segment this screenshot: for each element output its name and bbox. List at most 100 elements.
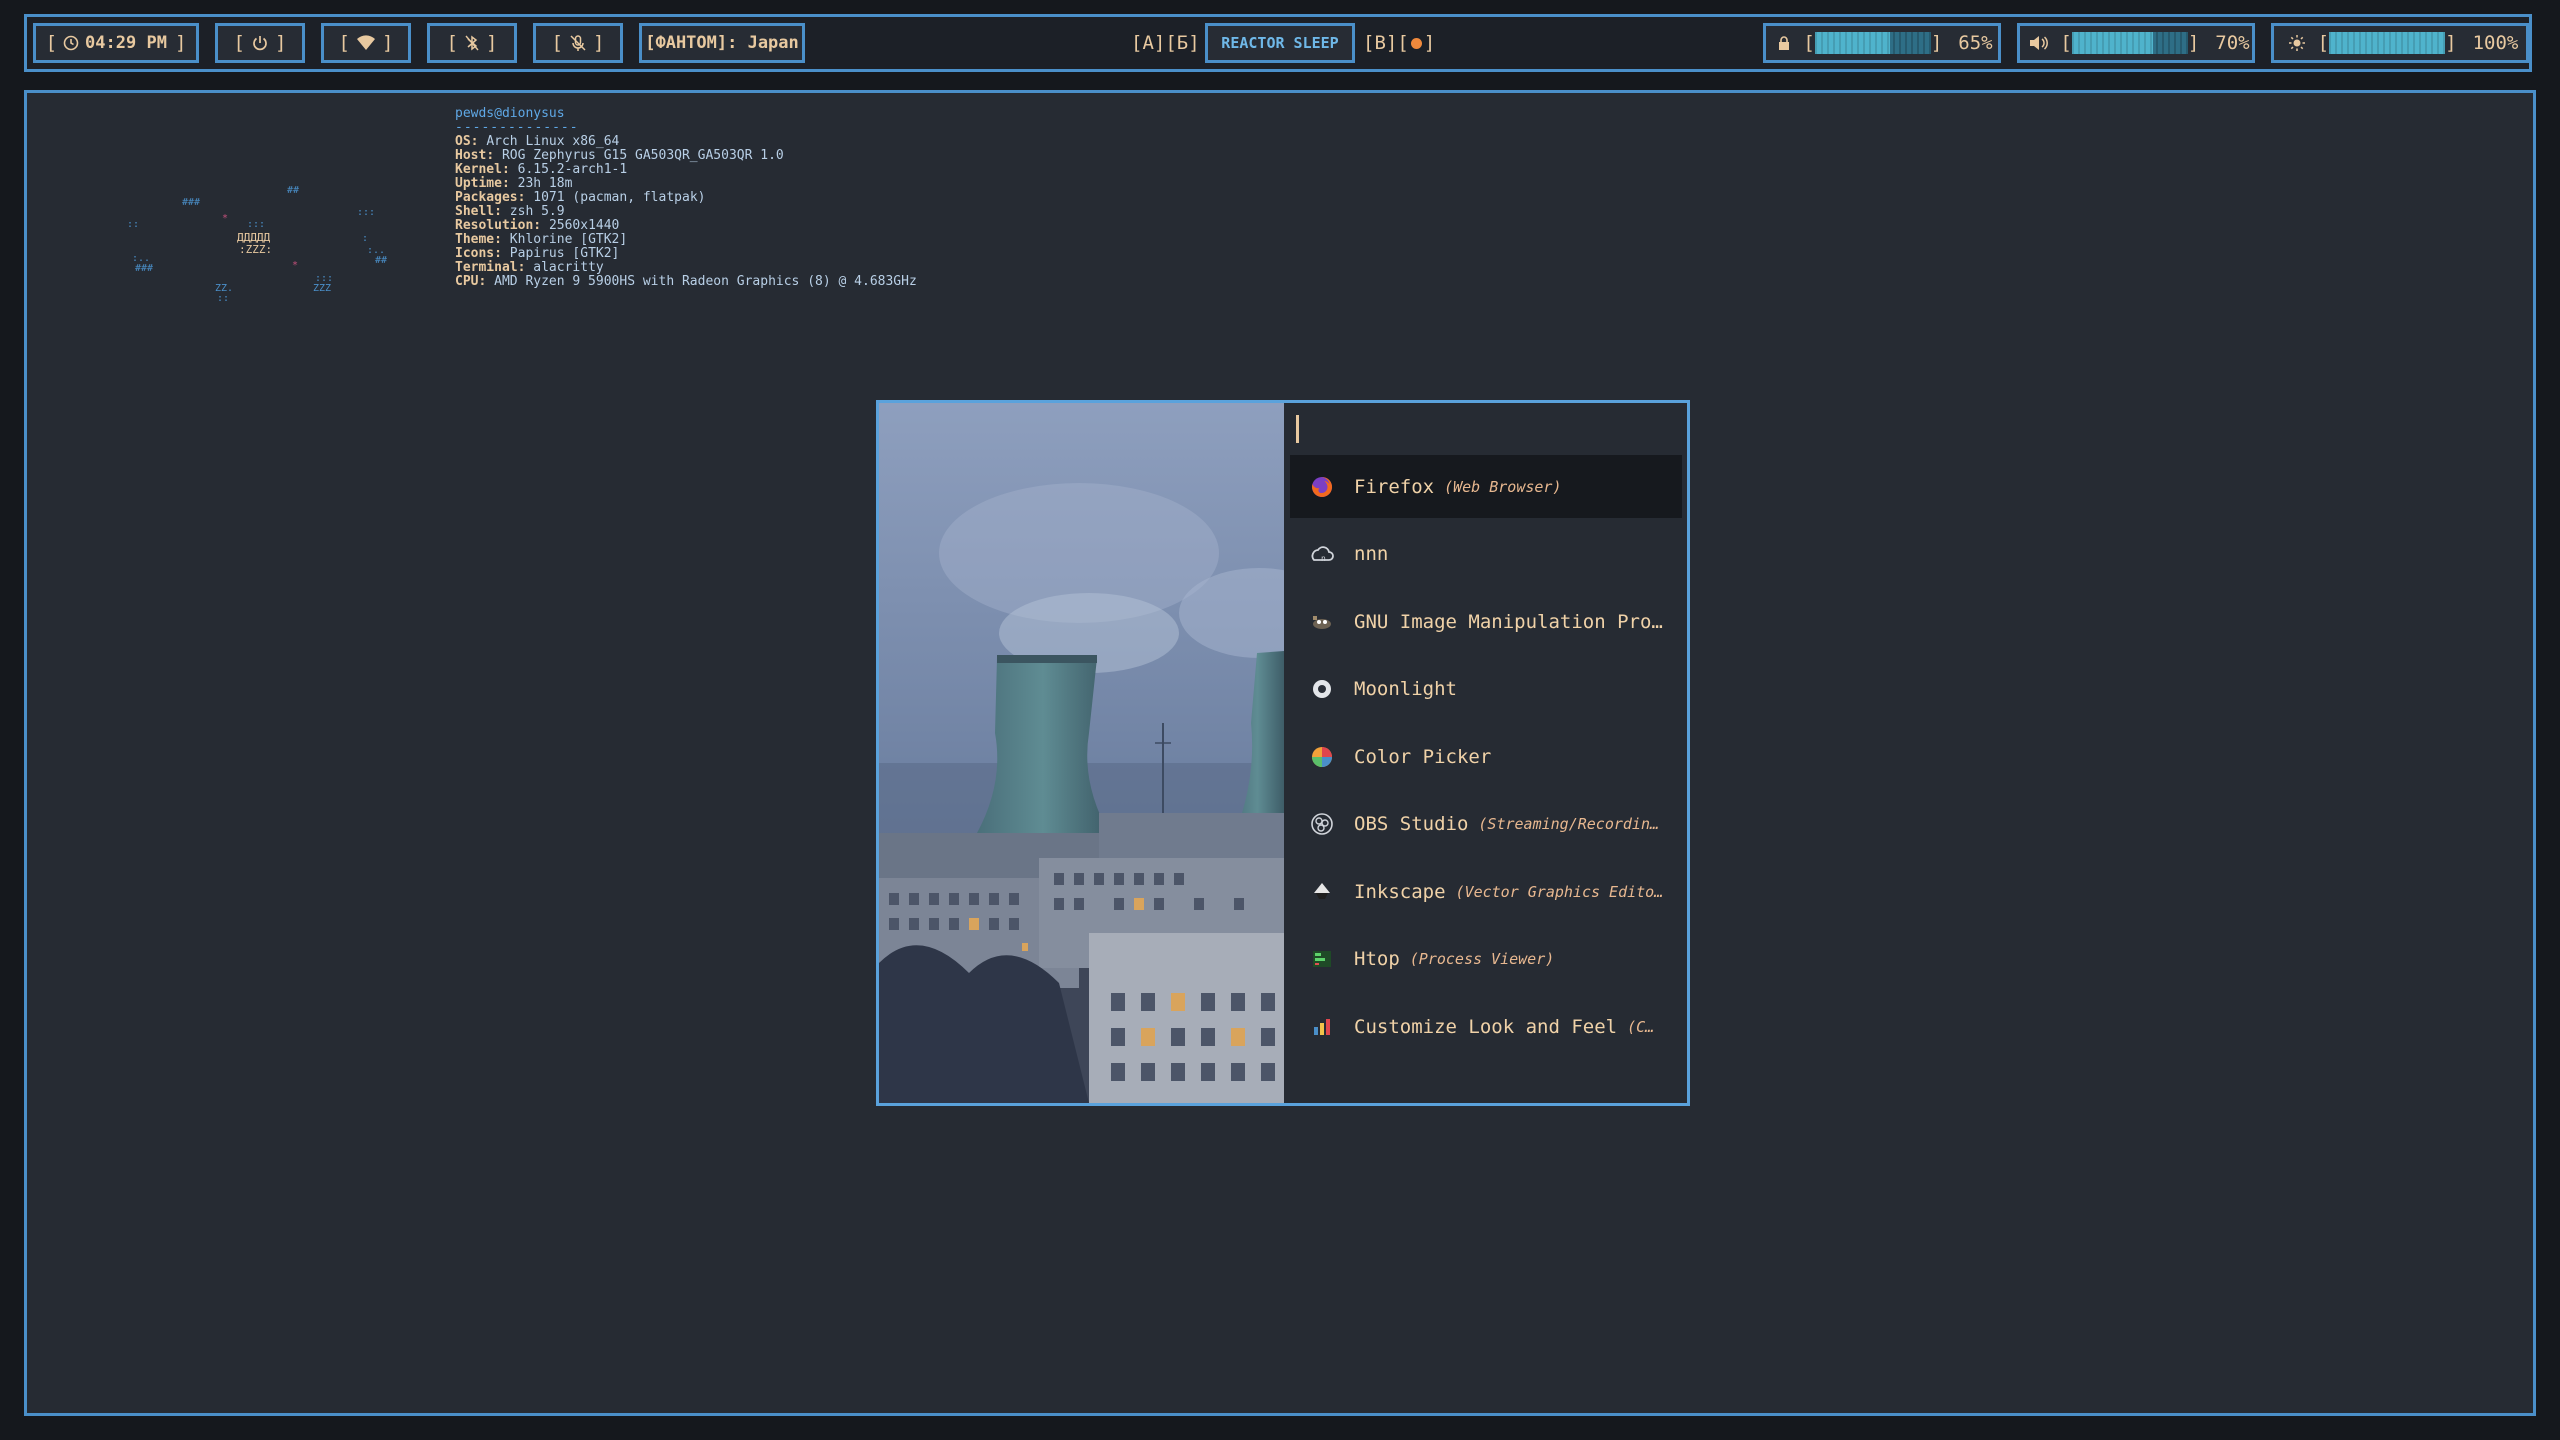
battery-widget[interactable]: [ ] 65% [1763, 23, 2001, 63]
app-description: (Web Browser) [1444, 477, 1562, 496]
workspace-active[interactable]: REACTOR SLEEP [1205, 23, 1355, 63]
power-icon [251, 34, 269, 52]
info-value: Khlorine [GTK2] [509, 232, 628, 247]
bracket-open: [ [2317, 32, 2330, 54]
bluetooth-off-icon [464, 34, 480, 52]
brightness-meter: [ ] [2318, 32, 2457, 54]
info-key: Terminal [455, 260, 518, 275]
app-entry-nnn[interactable]: n nnn [1290, 523, 1682, 586]
color-picker-icon [1308, 743, 1336, 771]
info-colon: : [494, 232, 510, 247]
info-row: Resolution: 2560x1440 [455, 219, 917, 233]
info-colon: : [501, 162, 518, 177]
info-key: Packages [455, 190, 518, 205]
info-colon: : [501, 176, 518, 191]
volume-widget[interactable]: [ ] 70% [2017, 23, 2255, 63]
info-value: zsh 5.9 [509, 204, 565, 219]
info-colon: : [517, 260, 534, 275]
workspace-right-suffix: ] [1423, 32, 1436, 54]
app-name: Customize Look and Feel [1354, 1015, 1618, 1038]
app-name: Color Picker [1354, 745, 1492, 768]
info-row: Terminal: alacritty [455, 261, 917, 275]
info-value: alacritty [533, 260, 604, 275]
app-name: OBS Studio [1354, 813, 1469, 835]
brightness-fill [2329, 32, 2446, 54]
info-colon: : [486, 148, 502, 163]
svg-text:*: * [292, 260, 298, 271]
info-key: Uptime [455, 176, 502, 191]
app-entry-firefox[interactable]: Firefox (Web Browser) [1290, 455, 1682, 518]
info-colon: : [470, 134, 487, 149]
app-description: (Process Viewer) [1409, 950, 1555, 968]
battery-percent: 65% [1958, 32, 1993, 54]
workspaces-right[interactable]: [B][ ] [1363, 23, 1435, 63]
vpn-status[interactable]: [ФAHTOM]: Japan [639, 23, 805, 63]
info-row: Shell: zsh 5.9 [455, 205, 917, 219]
sun-icon [2288, 34, 2306, 52]
volume-percent: 70% [2215, 32, 2250, 54]
svg-text:::: :: [127, 219, 139, 230]
info-colon: : [494, 204, 510, 219]
svg-text::ZZZ:: :ZZZ: [239, 243, 272, 256]
brightness-percent: 100% [2472, 32, 2519, 54]
info-colon: : [478, 274, 495, 289]
launcher-wallpaper-image [879, 403, 1284, 1103]
svg-text::::: ::: [315, 273, 333, 284]
bracket-close: ] [1930, 32, 1943, 54]
app-name: nnn [1354, 543, 1389, 565]
workspaces-left[interactable]: [A][Б] [1131, 23, 1200, 63]
app-entry-obs[interactable]: OBS Studio (Streaming/Recordin… [1290, 793, 1682, 856]
app-name: Firefox [1354, 475, 1435, 498]
htop-icon [1308, 945, 1336, 973]
screen: [ 04:29 PM ] [ ] [ ] [ ] [] [ФAHTOM]: J… [0, 0, 2560, 1440]
svg-text:##: ## [287, 185, 299, 196]
moonlight-icon [1308, 675, 1336, 703]
app-entry-customize[interactable]: Customize Look and Feel (C… [1290, 995, 1682, 1058]
bluetooth-button[interactable]: [ ] [427, 23, 517, 63]
clock-widget[interactable]: [ 04:29 PM ] [33, 23, 199, 63]
info-key: Host [455, 148, 487, 163]
desktop-window: ## ### ::: :: ::: : :.. :.. ### ## ZZ. Z… [24, 90, 2536, 1416]
clock-time: 04:29 PM [85, 33, 167, 53]
bracket-open: [ [45, 32, 58, 54]
svg-text:ZZZ: ZZZ [313, 283, 331, 294]
info-value: ROG Zephyrus G15 GA503QR_GA503QR 1.0 [501, 148, 784, 163]
app-entry-htop[interactable]: Htop (Process Viewer) [1290, 928, 1682, 991]
info-key: Icons [455, 246, 495, 261]
info-colon: : [517, 190, 534, 205]
battery-bar [1814, 32, 1931, 54]
app-entry-moonlight[interactable]: Moonlight [1290, 658, 1682, 721]
app-launcher: Firefox (Web Browser) n nnn GNU Image Manipu… [876, 400, 1690, 1106]
bracket-close: ] [486, 32, 498, 54]
inkscape-icon [1308, 878, 1336, 906]
bracket-close: ] [2445, 32, 2457, 54]
system-info: pewds@dionysus -------------- OS: Arch L… [455, 107, 917, 289]
search-input[interactable] [1304, 411, 1668, 449]
separator-line: -------------- [455, 120, 579, 135]
info-key: CPU [455, 274, 479, 289]
app-entry-gimp[interactable]: GNU Image Manipulation Pro… [1290, 590, 1682, 653]
info-rows: OS: Arch Linux x86_64 Host: ROG Zephyrus … [455, 135, 917, 289]
workspace-right-prefix: [B][ [1363, 32, 1409, 54]
lock-battery-icon [1777, 35, 1791, 51]
info-row: Kernel: 6.15.2-arch1-1 [455, 163, 917, 177]
power-button[interactable]: [ ] [215, 23, 305, 63]
app-name: Htop [1354, 948, 1400, 970]
microphone-button[interactable]: [ ] [533, 23, 623, 63]
info-value: Arch Linux x86_64 [486, 134, 620, 149]
svg-text:*: * [222, 213, 228, 224]
app-entry-inkscape[interactable]: Inkscape (Vector Graphics Edito… [1290, 860, 1682, 923]
app-name: Moonlight [1354, 678, 1457, 700]
wifi-button[interactable]: [ ] [321, 23, 411, 63]
app-description: (Vector Graphics Edito… [1455, 882, 1664, 901]
svg-text:::: :: [217, 293, 229, 304]
nnn-icon: n [1308, 540, 1336, 568]
info-row: Host: ROG Zephyrus G15 GA503QR_GA503QR 1… [455, 149, 917, 163]
info-colon: : [533, 218, 549, 233]
brightness-widget[interactable]: [ ] 100% [2271, 23, 2529, 63]
info-value: 1071 (pacman, flatpak) [533, 190, 706, 205]
battery-fill [1814, 32, 1891, 54]
svg-text:##: ## [375, 255, 387, 266]
app-name: GNU Image Manipulation Pro… [1354, 610, 1663, 633]
app-entry-color-picker[interactable]: Color Picker [1290, 725, 1682, 788]
